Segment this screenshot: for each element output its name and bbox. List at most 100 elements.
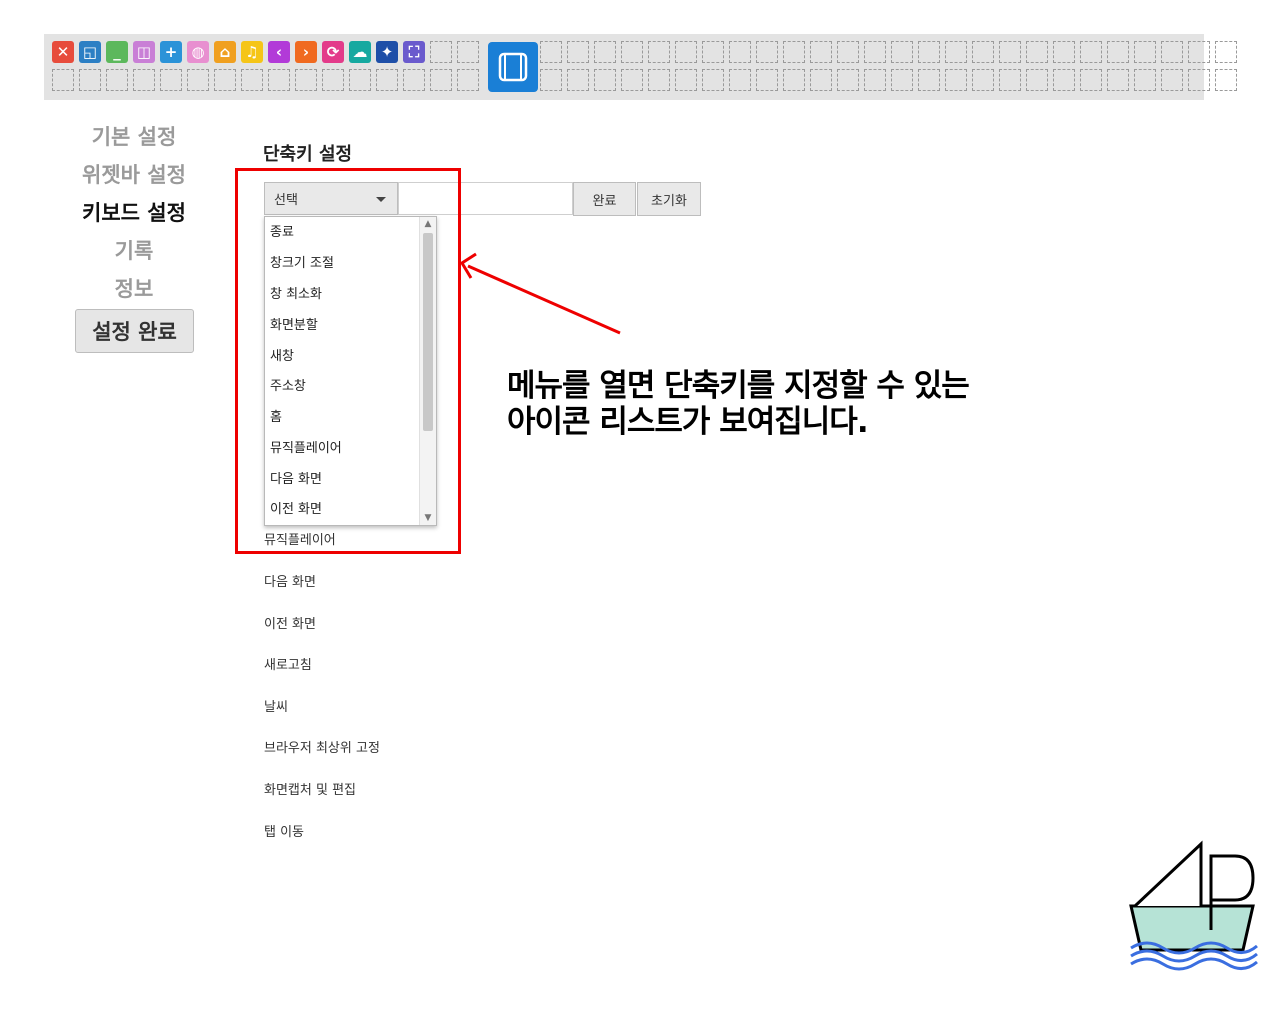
dropdown-option[interactable]: 창크기 조절 (270, 249, 420, 279)
new-window-icon[interactable]: + (160, 41, 182, 63)
empty-widget-slot[interactable] (322, 69, 344, 91)
empty-widget-slot[interactable] (430, 41, 452, 63)
empty-widget-slot[interactable] (864, 41, 886, 63)
empty-widget-slot[interactable] (756, 41, 778, 63)
reset-button[interactable]: 초기화 (637, 182, 701, 216)
empty-widget-slot[interactable] (810, 41, 832, 63)
dropdown-list[interactable]: 종료 창크기 조절 창 최소화 화면분할 새창 주소창 홈 뮤직플레이어 다음 … (264, 216, 437, 526)
selected-widget-icon[interactable] (488, 42, 538, 92)
empty-widget-slot[interactable] (702, 69, 724, 91)
empty-widget-slot[interactable] (1080, 69, 1102, 91)
dropdown-option[interactable]: 다음 화면 (270, 465, 420, 495)
empty-widget-slot[interactable] (540, 69, 562, 91)
empty-widget-slot[interactable] (1188, 41, 1210, 63)
dropdown-option[interactable]: 새창 (270, 342, 420, 372)
empty-widget-slot[interactable] (999, 69, 1021, 91)
empty-widget-slot[interactable] (1026, 69, 1048, 91)
empty-widget-slot[interactable] (783, 69, 805, 91)
empty-widget-slot[interactable] (567, 41, 589, 63)
empty-widget-slot[interactable] (891, 69, 913, 91)
split-screen-icon[interactable]: ◫ (133, 41, 155, 63)
empty-widget-slot[interactable] (457, 69, 479, 91)
dropdown-option[interactable]: 종료 (270, 218, 420, 248)
empty-widget-slot[interactable] (837, 41, 859, 63)
scrollbar-thumb[interactable] (423, 233, 433, 431)
empty-widget-slot[interactable] (187, 69, 209, 91)
empty-widget-slot[interactable] (756, 69, 778, 91)
empty-widget-slot[interactable] (79, 69, 101, 91)
empty-widget-slot[interactable] (837, 69, 859, 91)
empty-widget-slot[interactable] (1080, 41, 1102, 63)
empty-widget-slot[interactable] (1134, 41, 1156, 63)
empty-widget-slot[interactable] (376, 69, 398, 91)
empty-widget-slot[interactable] (945, 41, 967, 63)
dropdown-option[interactable]: 홈 (270, 403, 420, 433)
nav-item-basic-settings[interactable]: 기본 설정 (64, 121, 204, 151)
empty-widget-slot[interactable] (268, 69, 290, 91)
pin-top-icon[interactable]: ✦ (376, 41, 398, 63)
shortcut-key-input[interactable] (398, 182, 573, 215)
empty-widget-slot[interactable] (864, 69, 886, 91)
empty-widget-slot[interactable] (918, 41, 940, 63)
empty-widget-slot[interactable] (594, 69, 616, 91)
close-icon[interactable]: ✕ (52, 41, 74, 63)
dropdown-option[interactable]: 창 최소화 (270, 280, 420, 310)
home-icon[interactable]: ⌂ (214, 41, 236, 63)
empty-widget-slot[interactable] (295, 69, 317, 91)
empty-widget-slot[interactable] (783, 41, 805, 63)
dropdown-option[interactable]: 주소창 (270, 372, 420, 402)
empty-widget-slot[interactable] (729, 41, 751, 63)
previous-icon[interactable]: ‹ (268, 41, 290, 63)
nav-item-history[interactable]: 기록 (64, 235, 204, 265)
weather-icon[interactable]: ☁ (349, 41, 371, 63)
empty-widget-slot[interactable] (675, 69, 697, 91)
empty-widget-slot[interactable] (594, 41, 616, 63)
empty-widget-slot[interactable] (52, 69, 74, 91)
empty-widget-slot[interactable] (1107, 41, 1129, 63)
empty-widget-slot[interactable] (1161, 41, 1183, 63)
empty-widget-slot[interactable] (160, 69, 182, 91)
empty-widget-slot[interactable] (702, 41, 724, 63)
minimize-icon[interactable]: _ (106, 41, 128, 63)
empty-widget-slot[interactable] (457, 41, 479, 63)
empty-widget-slot[interactable] (1134, 69, 1156, 91)
scroll-down-icon[interactable]: ▼ (420, 511, 436, 525)
empty-widget-slot[interactable] (972, 69, 994, 91)
nav-item-info[interactable]: 정보 (64, 273, 204, 303)
empty-widget-slot[interactable] (648, 69, 670, 91)
empty-widget-slot[interactable] (403, 69, 425, 91)
empty-widget-slot[interactable] (621, 41, 643, 63)
empty-widget-slot[interactable] (1053, 41, 1075, 63)
confirm-button[interactable]: 완료 (573, 182, 636, 216)
empty-widget-slot[interactable] (430, 69, 452, 91)
dropdown-option[interactable]: 이전 화면 (270, 495, 420, 525)
empty-widget-slot[interactable] (675, 41, 697, 63)
empty-widget-slot[interactable] (1107, 69, 1129, 91)
empty-widget-slot[interactable] (648, 41, 670, 63)
empty-widget-slot[interactable] (1161, 69, 1183, 91)
empty-widget-slot[interactable] (1053, 69, 1075, 91)
empty-widget-slot[interactable] (621, 69, 643, 91)
empty-widget-slot[interactable] (540, 41, 562, 63)
screen-capture-icon[interactable]: ⛶ (403, 41, 425, 63)
empty-widget-slot[interactable] (999, 41, 1021, 63)
empty-widget-slot[interactable] (891, 41, 913, 63)
settings-done-button[interactable]: 설정 완료 (75, 309, 194, 353)
empty-widget-slot[interactable] (1215, 41, 1237, 63)
empty-widget-slot[interactable] (1188, 69, 1210, 91)
scroll-up-icon[interactable]: ▲ (420, 217, 436, 231)
action-select[interactable]: 선택 (264, 182, 398, 215)
empty-widget-slot[interactable] (972, 41, 994, 63)
music-player-icon[interactable]: ♫ (241, 41, 263, 63)
nav-item-keyboard-settings[interactable]: 키보드 설정 (64, 197, 204, 227)
refresh-icon[interactable]: ⟳ (322, 41, 344, 63)
empty-widget-slot[interactable] (133, 69, 155, 91)
empty-widget-slot[interactable] (729, 69, 751, 91)
empty-widget-slot[interactable] (810, 69, 832, 91)
dropdown-option[interactable]: 뮤직플레이어 (270, 434, 420, 464)
empty-widget-slot[interactable] (1026, 41, 1048, 63)
empty-widget-slot[interactable] (945, 69, 967, 91)
resize-icon[interactable]: ◱ (79, 41, 101, 63)
empty-widget-slot[interactable] (567, 69, 589, 91)
address-bar-icon[interactable]: ◍ (187, 41, 209, 63)
